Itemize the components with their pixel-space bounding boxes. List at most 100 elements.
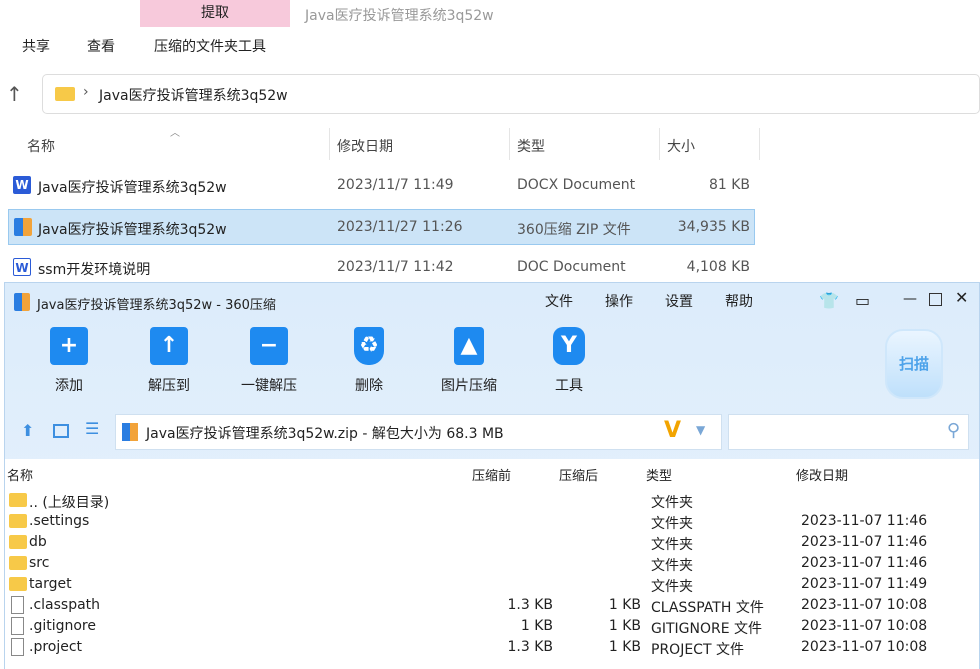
file-name: Java医疗投诉管理系统3q52w <box>38 180 227 196</box>
file-size: 81 KB <box>708 177 750 193</box>
skin-shirt-icon[interactable]: 👕 <box>819 291 839 310</box>
breadcrumb[interactable]: Java医疗投诉管理系统3q52w <box>99 85 288 105</box>
folder-icon <box>9 556 27 570</box>
search-icon[interactable]: ⚲ <box>947 420 960 441</box>
col-date[interactable]: 修改日期 <box>796 465 848 484</box>
sort-up-icon: ︿ <box>170 128 180 139</box>
folder-icon <box>9 493 27 507</box>
thumbnail-view-icon[interactable] <box>53 424 69 438</box>
col-date[interactable]: 修改日期 <box>337 136 393 156</box>
file-type: DOC Document <box>517 259 626 275</box>
file-type: DOCX Document <box>517 177 636 193</box>
close-icon[interactable]: ✕ <box>955 288 968 307</box>
entry-name: .gitignore <box>29 618 96 634</box>
archive-row[interactable]: target 文件夹 2023-11-07 11:49 <box>5 574 979 595</box>
zip-title: Java医疗投诉管理系统3q52w - 360压缩 <box>37 298 276 313</box>
file-name: Java医疗投诉管理系统3q52w <box>38 222 227 238</box>
archive-row[interactable]: .classpath 1.3 KB 1 KB CLASSPATH 文件 2023… <box>5 595 979 616</box>
entry-type: CLASSPATH 文件 <box>651 600 764 616</box>
tools-icon: Y <box>553 327 585 365</box>
delete-button[interactable]: ♻ 删除 <box>329 327 409 395</box>
address-bar[interactable]: › Java医疗投诉管理系统3q52w <box>42 74 980 114</box>
entry-type: 文件夹 <box>651 558 693 574</box>
entry-after: 1 KB <box>608 639 641 655</box>
entry-before: 1.3 KB <box>507 639 554 655</box>
entry-name: target <box>29 576 72 592</box>
add-button[interactable]: + 添加 <box>29 327 109 395</box>
folder-icon <box>9 514 27 528</box>
menu-view[interactable]: 查看 <box>87 36 115 56</box>
col-after[interactable]: 压缩后 <box>559 465 598 484</box>
one-click-extract-label: 一键解压 <box>241 378 297 394</box>
entry-date: 2023-11-07 11:46 <box>801 534 928 550</box>
menu-operate[interactable]: 操作 <box>605 291 633 311</box>
search-input[interactable]: ⚲ <box>728 414 969 450</box>
up-arrow-icon[interactable]: ↑ <box>6 82 23 106</box>
entry-type: 文件夹 <box>651 537 693 553</box>
entry-name: .classpath <box>29 597 101 613</box>
word-icon: W <box>13 176 31 194</box>
delete-label: 删除 <box>355 378 383 394</box>
entry-name: .project <box>29 639 83 655</box>
file-name: ssm开发环境说明 <box>38 262 151 278</box>
file-row-selected[interactable]: Java医疗投诉管理系统3q52w 2023/11/27 11:26 360压缩… <box>8 209 755 245</box>
list-view-icon[interactable]: ☰ <box>85 419 99 438</box>
archive-row[interactable]: .project 1.3 KB 1 KB PROJECT 文件 2023-11-… <box>5 637 979 658</box>
entry-name: .settings <box>29 513 90 529</box>
entry-date: 2023-11-07 11:46 <box>801 555 928 571</box>
archive-row[interactable]: .. (上级目录) 文件夹 <box>5 490 979 511</box>
entry-type: 文件夹 <box>651 579 693 595</box>
archive-row[interactable]: db 文件夹 2023-11-07 11:46 <box>5 532 979 553</box>
archive-row[interactable]: .settings 文件夹 2023-11-07 11:46 <box>5 511 979 532</box>
col-type[interactable]: 类型 <box>646 465 672 484</box>
image-compress-button[interactable]: ▲ 图片压缩 <box>429 327 509 395</box>
file-size: 34,935 KB <box>677 219 750 235</box>
entry-type: PROJECT 文件 <box>651 642 744 658</box>
entry-date: 2023-11-07 10:08 <box>801 618 928 634</box>
entry-date: 2023-11-07 10:08 <box>801 597 928 613</box>
col-type[interactable]: 类型 <box>517 136 545 156</box>
add-label: 添加 <box>55 378 83 394</box>
col-name[interactable]: 名称 <box>27 136 55 156</box>
entry-before: 1.3 KB <box>507 597 554 613</box>
archive-row[interactable]: .gitignore 1 KB 1 KB GITIGNORE 文件 2023-1… <box>5 616 979 637</box>
archive-row[interactable]: src 文件夹 2023-11-07 11:46 <box>5 553 979 574</box>
minimize-icon[interactable]: — <box>903 291 917 307</box>
window-title: Java医疗投诉管理系统3q52w <box>305 8 494 24</box>
ribbon-tab-extract[interactable]: 提取 <box>140 0 290 27</box>
extract-to-button[interactable]: ↑ 解压到 <box>129 327 209 395</box>
file-icon <box>11 596 24 614</box>
file-date: 2023/11/7 11:49 <box>337 177 454 193</box>
menu-settings[interactable]: 设置 <box>665 291 693 311</box>
col-name[interactable]: 名称 <box>7 465 33 484</box>
entry-date: 2023-11-07 11:49 <box>801 576 928 592</box>
col-size[interactable]: 大小 <box>667 136 695 156</box>
entry-type: GITIGNORE 文件 <box>651 621 763 637</box>
scan-button[interactable]: 扫描 <box>885 329 943 399</box>
entry-after: 1 KB <box>608 597 641 613</box>
chevron-right-icon: › <box>83 84 89 100</box>
file-icon <box>11 638 24 656</box>
zip-icon <box>122 423 138 441</box>
tools-button[interactable]: Y 工具 <box>529 327 609 395</box>
menu-help[interactable]: 帮助 <box>725 291 753 311</box>
maximize-icon[interactable] <box>929 293 942 306</box>
tools-label: 工具 <box>555 378 583 394</box>
folder-icon <box>9 577 27 591</box>
path-bar[interactable]: Java医疗投诉管理系统3q52w.zip - 解包大小为 68.3 MB V … <box>115 414 722 450</box>
up-level-icon[interactable]: ⬆ <box>21 421 34 440</box>
v-logo-icon[interactable]: V <box>664 418 681 443</box>
menu-file[interactable]: 文件 <box>545 291 573 311</box>
image-compress-icon: ▲ <box>454 327 484 365</box>
entry-after: 1 KB <box>608 618 641 634</box>
file-row[interactable]: W Java医疗投诉管理系统3q52w 2023/11/7 11:49 DOCX… <box>8 168 755 204</box>
col-before[interactable]: 压缩前 <box>472 465 511 484</box>
menu-compressed-tools[interactable]: 压缩的文件夹工具 <box>154 36 266 56</box>
one-click-extract-icon: − <box>250 327 288 365</box>
file-row[interactable]: W ssm开发环境说明 2023/11/7 11:42 DOC Document… <box>8 250 755 286</box>
one-click-extract-button[interactable]: − 一键解压 <box>229 327 309 395</box>
menu-share[interactable]: 共享 <box>22 36 50 56</box>
dropdown-icon[interactable]: ▼ <box>696 423 705 437</box>
feedback-icon[interactable]: ▭ <box>855 291 870 310</box>
file-date: 2023/11/27 11:26 <box>337 219 463 235</box>
